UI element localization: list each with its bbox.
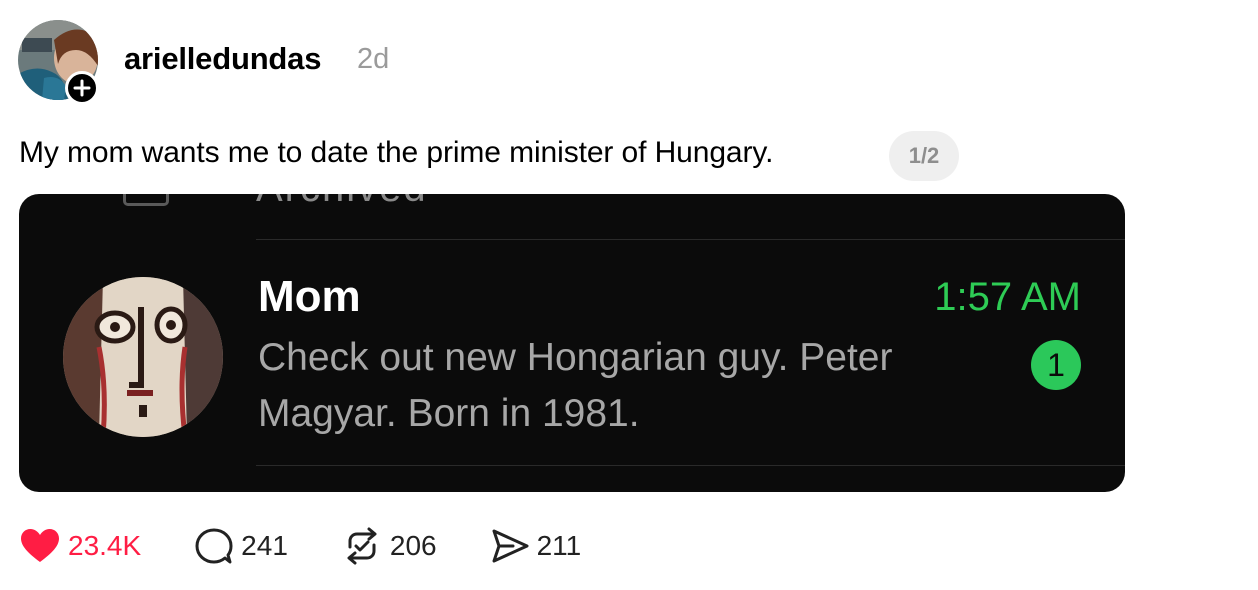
repost-button[interactable]: 206: [342, 527, 437, 565]
post-action-bar: 23.4K 241 206 211: [20, 526, 635, 566]
carousel-page-indicator: 1/2: [889, 131, 959, 181]
comment-icon: [195, 528, 233, 564]
like-count: 23.4K: [68, 530, 142, 561]
send-icon: [492, 529, 529, 563]
contact-avatar: [63, 277, 223, 437]
share-button[interactable]: 211: [491, 528, 582, 564]
heart-icon: [21, 529, 59, 562]
chat-contact-name: Mom: [258, 272, 361, 321]
plus-icon: [73, 79, 91, 97]
divider-bottom: [256, 465, 1125, 466]
attached-screenshot[interactable]: Archived Mom 1:57 AM Check out new Honga…: [19, 194, 1125, 492]
author-username[interactable]: arielledundas: [124, 41, 321, 77]
clipped-archived-label: Archived: [256, 194, 428, 211]
repost-icon: [347, 527, 377, 565]
divider-top: [256, 239, 1125, 240]
chat-message-preview: Check out new Hongarian guy. Peter Magya…: [258, 336, 893, 435]
archive-icon: [123, 194, 169, 206]
unread-count-badge: 1: [1031, 340, 1081, 390]
threads-post: arielledundas 2d My mom wants me to date…: [0, 0, 1258, 590]
post-caption: My mom wants me to date the prime minist…: [19, 136, 774, 169]
post-timestamp: 2d: [357, 43, 390, 75]
like-button[interactable]: 23.4K: [20, 528, 141, 564]
author-avatar-container[interactable]: [18, 20, 100, 105]
follow-button[interactable]: [65, 71, 99, 105]
comment-button[interactable]: 241: [195, 527, 288, 565]
chat-message-time: 1:57 AM: [934, 275, 1081, 319]
repost-count: 206: [389, 530, 437, 561]
comment-count: 241: [241, 530, 288, 561]
share-count: 211: [536, 530, 582, 561]
